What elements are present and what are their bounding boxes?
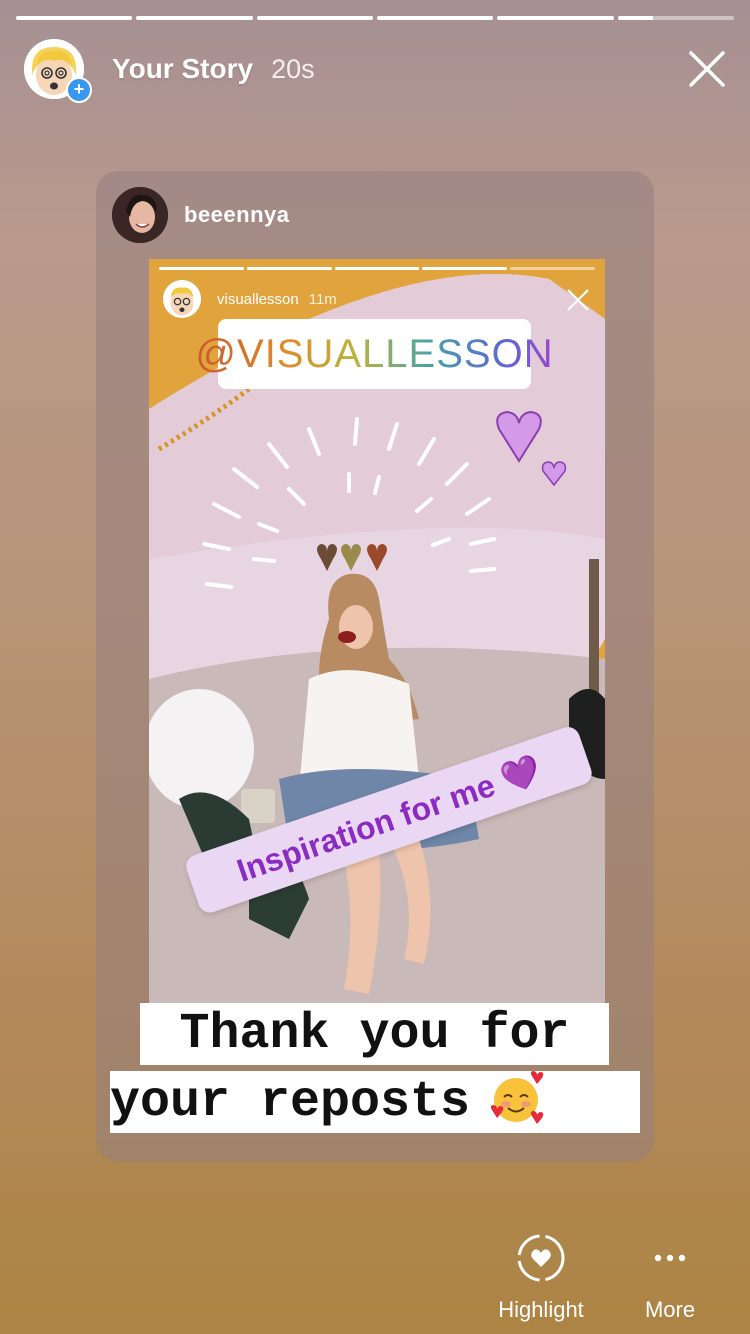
highlight-label: Highlight — [498, 1297, 584, 1322]
progress-segment — [617, 16, 734, 20]
progress-segment — [497, 16, 614, 20]
progress-segment — [376, 16, 494, 20]
more-dots-icon — [654, 1254, 686, 1262]
caption-text-2: your reposts — [110, 1073, 471, 1131]
inner-story: visuallesson 11m @VISUALLESSON Inspirati… — [149, 259, 605, 1004]
repost-author[interactable]: beeennya — [112, 187, 290, 243]
repost-author-username[interactable]: beeennya — [184, 202, 290, 228]
smiling-face-with-hearts-icon — [490, 1071, 544, 1124]
progress-segment — [159, 267, 244, 270]
story-timestamp: 20s — [271, 53, 315, 84]
progress-segment — [334, 267, 420, 270]
story-progress — [16, 16, 734, 20]
inner-timestamp: 11m — [308, 290, 337, 308]
caption-line-2: your reposts — [110, 1071, 640, 1133]
caption-line-1: Thank you for — [140, 1003, 609, 1065]
close-icon — [567, 289, 589, 311]
mention-sticker[interactable]: @VISUALLESSON — [195, 319, 553, 389]
more-button[interactable]: More — [634, 1232, 706, 1323]
inner-story-header: visuallesson 11m — [163, 279, 591, 319]
story-header: + Your Story 20s — [24, 36, 730, 103]
repost-author-avatar[interactable] — [112, 187, 168, 243]
inner-avatar[interactable] — [163, 280, 201, 318]
inner-story-progress — [159, 267, 595, 270]
progress-segment — [422, 267, 508, 270]
progress-segment — [246, 267, 332, 270]
profile-photo-icon — [112, 187, 168, 243]
highlight-button[interactable]: Highlight — [488, 1232, 594, 1323]
add-story-icon[interactable]: + — [66, 77, 92, 103]
inner-username[interactable]: visuallesson — [217, 291, 299, 308]
story-title[interactable]: Your Story — [112, 53, 253, 85]
bitmoji-avatar-icon — [163, 280, 201, 318]
highlight-heart-icon — [517, 1234, 565, 1282]
more-label: More — [644, 1297, 696, 1322]
caption-text-1: Thank you for — [179, 1005, 570, 1063]
progress-segment — [510, 267, 595, 270]
close-icon[interactable] — [686, 48, 728, 90]
mention-text: @VISUALLESSON — [195, 331, 554, 376]
progress-segment — [136, 16, 253, 20]
reposted-story-card[interactable]: beeennya visuallesson 11m @VISUALLESSON … — [96, 171, 654, 1162]
progress-segment — [16, 16, 133, 20]
progress-segment — [256, 16, 373, 20]
avatar[interactable]: + — [24, 39, 92, 103]
